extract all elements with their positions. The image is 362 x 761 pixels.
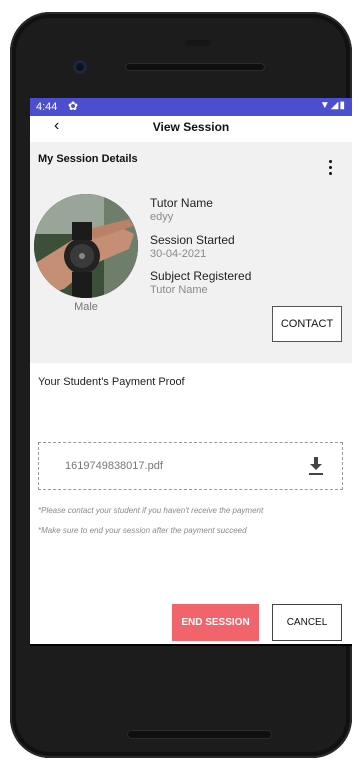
battery-icon: ▮: [339, 100, 346, 111]
app-bar: ‹ View Session: [30, 116, 352, 142]
system-nav-bar: [30, 644, 352, 646]
status-icons: ▼◢▮: [320, 100, 346, 111]
more-options-icon[interactable]: [329, 160, 335, 178]
session-started-value: 30-04-2021: [150, 248, 207, 260]
earpiece-speaker: [125, 63, 265, 71]
bottom-speaker: [127, 730, 272, 739]
avatar: [34, 194, 138, 298]
end-session-button[interactable]: END SESSION: [172, 604, 259, 641]
session-details-card: My Session Details Male Tutor Name edyy …: [30, 142, 352, 363]
screen: 4:44 ✿ ▼◢▮ ‹ View Session My Session Det…: [30, 98, 352, 646]
wifi-icon: ▼: [319, 100, 331, 111]
status-bar: 4:44 ✿ ▼◢▮: [30, 98, 352, 116]
contact-button[interactable]: CONTACT: [272, 306, 342, 342]
payment-proof-title: Your Student's Payment Proof: [38, 376, 185, 388]
payment-note-1: *Please contact your student if you have…: [38, 506, 264, 515]
top-sensor: [186, 40, 210, 46]
tutor-name-value: edyy: [150, 211, 174, 223]
front-camera: [73, 60, 87, 74]
tutor-name-label: Tutor Name: [150, 196, 213, 210]
gear-icon: ✿: [68, 99, 79, 113]
subject-registered-label: Subject Registered: [150, 269, 252, 283]
payment-file-box[interactable]: 1619749838017.pdf: [38, 442, 343, 490]
session-started-label: Session Started: [150, 233, 235, 247]
cancel-button[interactable]: CANCEL: [272, 604, 342, 641]
payment-note-2: *Make sure to end your session after the…: [38, 526, 247, 535]
file-name: 1619749838017.pdf: [65, 460, 163, 472]
status-time: 4:44: [36, 101, 58, 113]
subject-registered-value: Tutor Name: [150, 284, 208, 296]
download-icon[interactable]: [308, 456, 324, 476]
gender-label: Male: [74, 301, 98, 313]
section-heading: My Session Details: [38, 153, 138, 165]
page-title: View Session: [152, 120, 230, 134]
